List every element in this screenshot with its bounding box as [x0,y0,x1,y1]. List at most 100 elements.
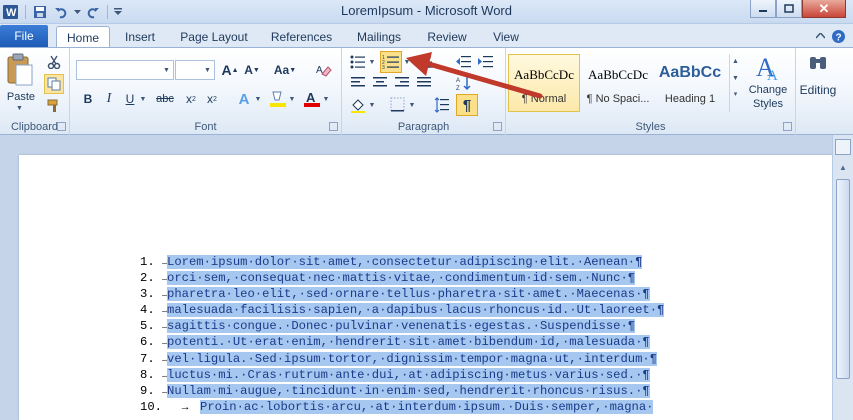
list-item[interactable]: 4. →malesuada·facilisis·sapien,·a·dapibus… [140,302,665,318]
styles-more-icon[interactable]: ▾ [730,90,741,98]
tab-references[interactable]: References [265,26,338,47]
list-item[interactable]: 5. →sagittis·congue.·Donec·pulvinar·venen… [140,318,664,334]
list-item[interactable]: 3. →pharetra·leo·elit,·sed·ornare·tellus·… [140,286,664,302]
ribbon: Paste ▼ Clipboard ▼ ▼ A ▲ A ▼ Aa ▼ A B I U… [0,47,853,135]
multilevel-list-icon[interactable] [416,52,436,72]
list-item[interactable]: 6. →potenti.·Ut·erat·enim,·hendrerit·sit·… [140,334,664,350]
bullets-dropdown-icon[interactable]: ▼ [368,52,376,72]
list-number: 4. [140,303,155,318]
style-heading-1[interactable]: AaBbCc Heading 1 [654,54,726,112]
font-name-dropdown-icon[interactable]: ▼ [160,61,173,79]
numbering-button[interactable]: 123 [380,51,402,73]
borders-icon[interactable] [388,95,408,115]
font-color-button[interactable]: A [302,89,322,109]
editing-button[interactable]: Editing [796,52,840,108]
text-effects-button[interactable]: A [234,89,254,109]
numbering-icon: 123 [382,55,399,70]
list-item[interactable]: 9. →Nullam·mi·augue,·tincidunt·in·enim·se… [140,383,664,399]
underline-button[interactable]: U [120,89,140,109]
highlight-dropdown-icon[interactable]: ▼ [288,89,296,109]
tab-home[interactable]: Home [56,26,110,48]
list-item[interactable]: 10. → Proin·ac·lobortis·arcu,·at·interdum·… [140,399,664,415]
clipboard-launcher-icon[interactable] [57,122,66,131]
minimize-button[interactable] [750,0,776,18]
align-right-icon[interactable] [392,73,412,93]
list-number: 9. [140,383,155,398]
shading-dropdown-icon[interactable]: ▼ [368,95,376,115]
style-normal[interactable]: AaBbCcDc ¶ Normal [508,54,580,112]
tab-file[interactable]: File [0,25,48,47]
paragraph-group: ▼ 123 ▼ AZ ▼ ▼ ¶ Paragraph [342,48,506,135]
list-number: 5. [140,319,155,334]
superscript-button[interactable]: x2 [202,89,222,109]
styles-down-icon[interactable]: ▼ [730,75,741,82]
bullets-icon[interactable] [348,52,368,72]
borders-dropdown-icon[interactable]: ▼ [408,95,416,115]
font-color-dropdown-icon[interactable]: ▼ [322,89,330,109]
list-text: orci·sem,·consequat·nec·mattis·vitae,·co… [167,271,636,286]
grow-font-icon: A [221,62,232,78]
align-center-icon[interactable] [370,73,390,93]
style-name: ¶ Normal [521,93,567,105]
highlight-button[interactable] [268,89,288,109]
tab-mailings[interactable]: Mailings [350,26,408,47]
italic-button[interactable]: I [99,89,119,109]
change-styles-button[interactable]: AA Change Styles [744,52,792,118]
grow-font-button[interactable]: A ▲ [220,60,240,80]
shading-icon[interactable] [348,95,368,115]
close-button[interactable]: ✕ [802,0,846,18]
svg-text:A: A [456,78,460,84]
change-styles-label-2: Styles [753,98,783,110]
change-styles-label-1: Change [748,84,788,96]
strikethrough-button[interactable]: abc [152,89,178,109]
change-case-button[interactable]: Aa ▼ [272,60,298,80]
help-icon[interactable]: ? [830,28,846,44]
clear-formatting-icon[interactable]: A [314,60,334,80]
tab-mark-icon: → [181,401,189,414]
numbering-dropdown-icon[interactable]: ▼ [403,52,411,72]
show-hide-marks-button[interactable]: ¶ [456,94,478,116]
binoculars-icon [810,57,826,69]
list-item[interactable]: 2. →orci·sem,·consequat·nec·mattis·vitae,… [140,270,664,286]
list-item[interactable]: 8. →luctus·mi.·Cras·rutrum·ante·dui,·at·a… [140,367,664,383]
cut-icon[interactable] [44,52,64,72]
decrease-indent-icon[interactable] [454,52,474,72]
scrollbar-thumb[interactable] [836,179,850,379]
shrink-font-button[interactable]: A ▼ [242,60,262,80]
bold-button[interactable]: B [78,89,98,109]
text-effects-dropdown-icon[interactable]: ▼ [254,89,262,109]
font-size-dropdown-icon[interactable]: ▼ [201,61,214,79]
justify-icon[interactable] [414,73,434,93]
style-no-spacing[interactable]: AaBbCcDc ¶ No Spaci... [582,54,654,112]
format-painter-icon[interactable] [44,96,64,116]
tab-review[interactable]: Review [421,26,473,47]
list-number: 10. [140,399,162,414]
style-sample: AaBbCcDc [514,67,574,82]
restore-button[interactable] [776,0,802,18]
scroll-up-icon[interactable]: ▲ [835,159,851,175]
increase-indent-icon[interactable] [476,52,496,72]
paragraph-launcher-icon[interactable] [493,122,502,131]
vertical-scrollbar[interactable]: ▲ [832,135,853,420]
minimize-ribbon-icon[interactable] [812,28,828,44]
line-spacing-icon[interactable] [432,95,452,115]
tab-page-layout[interactable]: Page Layout [175,26,253,47]
styles-launcher-icon[interactable] [783,122,792,131]
styles-up-icon[interactable]: ▲ [730,58,741,65]
font-launcher-icon[interactable] [329,122,338,131]
list-item[interactable]: 1. →Lorem·ipsum·dolor·sit·amet,·consectet… [140,254,664,270]
tab-view[interactable]: View [486,26,526,47]
paste-button[interactable]: Paste ▼ [4,53,36,115]
subscript-button[interactable]: x2 [181,89,201,109]
align-left-icon[interactable] [348,73,368,93]
list-item[interactable]: 7. →vel·ligula.·Sed·ipsum·tortor,·digniss… [140,351,664,367]
svg-text:A: A [306,90,316,105]
underline-dropdown-icon[interactable]: ▼ [139,89,147,109]
font-name-combo[interactable]: ▼ [76,60,174,80]
copy-icon[interactable] [44,74,64,94]
view-ruler-icon[interactable] [835,139,851,155]
paste-icon [7,53,33,86]
sort-icon[interactable]: AZ [454,73,474,93]
font-size-combo[interactable]: ▼ [175,60,215,80]
tab-insert[interactable]: Insert [117,26,163,47]
